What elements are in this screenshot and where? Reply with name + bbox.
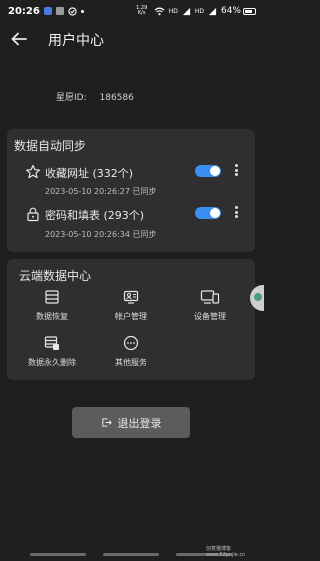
notification-dot-icon bbox=[80, 9, 84, 13]
status-bar-left: 20:26 bbox=[8, 6, 84, 17]
lock-icon bbox=[27, 207, 39, 222]
logout-label: 退出登录 bbox=[117, 416, 162, 430]
nav-pill-left[interactable] bbox=[30, 553, 86, 556]
sync-bookmarks-toggle[interactable] bbox=[195, 165, 221, 177]
grid-label: 其他服务 bbox=[115, 358, 147, 367]
notification-check-icon bbox=[68, 6, 77, 16]
battery-icon bbox=[243, 7, 256, 15]
arrow-left-icon[interactable] bbox=[10, 30, 28, 48]
account-manage-button[interactable]: 帐户管理 bbox=[91, 289, 171, 322]
sync-item-name: 密码和填表 (293个) bbox=[45, 209, 145, 222]
sync-passwords-more-button[interactable] bbox=[231, 205, 241, 219]
signal-hd-1: HD bbox=[168, 7, 178, 15]
data-delete-icon bbox=[44, 336, 59, 350]
page-title: 用户中心 bbox=[48, 33, 104, 49]
sync-item-time: 2023-05-10 20:26:34 已同步 bbox=[45, 230, 157, 239]
watermark: 创意猫博客 www.52pojie.cn bbox=[206, 546, 246, 558]
cloud-card: 云端数据中心 数据恢复 帐户管理 设备管理 数据永久删除 其他服务 bbox=[7, 259, 255, 380]
data-recovery-button[interactable]: 数据恢复 bbox=[12, 289, 92, 322]
wifi-icon bbox=[154, 7, 165, 15]
signal-bars-icon-1 bbox=[182, 7, 190, 15]
grid-label: 数据恢复 bbox=[36, 312, 68, 321]
account-id-value: 186586 bbox=[99, 93, 134, 103]
grid-label: 帐户管理 bbox=[115, 312, 147, 321]
grid-label: 设备管理 bbox=[194, 312, 226, 321]
signal-bars-icon-2 bbox=[208, 7, 217, 15]
device-manage-icon bbox=[200, 290, 220, 304]
data-delete-button[interactable]: 数据永久删除 bbox=[12, 335, 92, 368]
sync-title: 数据自动同步 bbox=[14, 139, 87, 153]
logout-button[interactable]: 退出登录 bbox=[72, 407, 190, 438]
star-icon bbox=[26, 164, 40, 179]
device-manage-button[interactable]: 设备管理 bbox=[170, 289, 250, 322]
battery: 64% bbox=[221, 6, 256, 16]
notification-app-icon bbox=[43, 7, 52, 15]
more-services-button[interactable]: 其他服务 bbox=[91, 335, 171, 368]
battery-level: 64% bbox=[220, 6, 241, 16]
sync-card: 数据自动同步 收藏网址 (332个) 2023-05-10 20:26:27 已… bbox=[7, 129, 255, 252]
account-info: 星愿ID: 186586 bbox=[56, 90, 144, 103]
status-bar-right: 1.29 K/s HD HD 64% bbox=[134, 6, 256, 16]
sync-passwords-toggle[interactable] bbox=[195, 207, 221, 219]
account-manage-icon bbox=[123, 290, 139, 304]
status-time: 20:26 bbox=[8, 5, 40, 17]
cloud-title: 云端数据中心 bbox=[19, 269, 92, 283]
signal-hd-2: HD bbox=[194, 7, 204, 15]
account-id-label: 星愿ID: bbox=[56, 93, 87, 103]
toggle-knob bbox=[210, 208, 220, 218]
more-services-icon bbox=[123, 335, 139, 351]
notification-settings-icon bbox=[55, 7, 64, 15]
sync-item-time: 2023-05-10 20:26:27 已同步 bbox=[45, 187, 157, 196]
network-speed: 1.29 K/s bbox=[136, 5, 148, 16]
sync-item-name: 收藏网址 (332个) bbox=[45, 167, 134, 180]
status-bar: 20:26 1.29 K/s HD HD 64% bbox=[0, 0, 262, 22]
sync-bookmarks-more-button[interactable] bbox=[231, 163, 241, 177]
data-recovery-icon bbox=[45, 290, 59, 304]
toggle-knob bbox=[210, 166, 220, 176]
nav-pill-center[interactable] bbox=[103, 553, 159, 556]
logout-icon bbox=[101, 418, 112, 427]
grid-label: 数据永久删除 bbox=[28, 358, 76, 367]
header: 用户中心 bbox=[0, 28, 262, 50]
